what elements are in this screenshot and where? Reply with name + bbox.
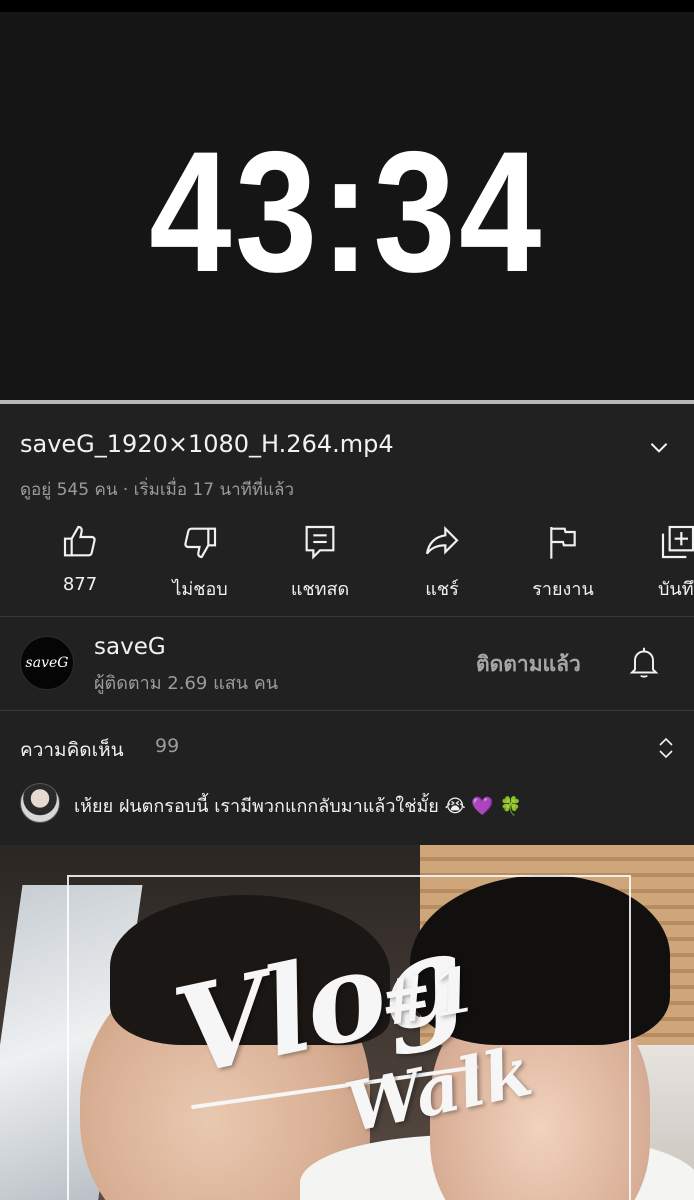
countdown-timer: 43:34 — [149, 116, 545, 308]
report-label: รายงาน — [532, 579, 594, 600]
live-chat-label: แชทสด — [290, 579, 350, 600]
action-bar: 877 ไม่ชอบ แชทสด แชร์ รายงาน บันทึ — [0, 522, 694, 602]
dislike-button[interactable]: ไม่ชอบ — [145, 522, 255, 603]
like-count: 877 — [62, 574, 98, 595]
comments-heading: ความคิดเห็น — [20, 739, 124, 761]
video-info: saveG_1920×1080_H.264.mp4 ดูอยู่ 545 คน … — [0, 404, 694, 616]
like-button[interactable]: 877 — [25, 522, 135, 595]
report-button[interactable]: รายงาน — [508, 522, 618, 603]
subscriber-count: ผู้ติดตาม 2.69 แสน คน — [94, 673, 279, 694]
top-comment-text: เห้ยย ฝนตกรอบนี้ เรามีพวกแกกลับมาแล้วใช่… — [74, 796, 522, 817]
bell-icon[interactable] — [626, 644, 662, 680]
divider — [0, 616, 694, 617]
comments-count: 99 — [155, 735, 180, 757]
subscribed-button[interactable]: ติดตามแล้ว — [476, 648, 581, 681]
next-video-thumbnail[interactable]: Vlog #1 Walk — [0, 845, 694, 1200]
channel-avatar[interactable]: saveG — [20, 636, 74, 690]
live-chat-button[interactable]: แชทสด — [265, 522, 375, 603]
video-title[interactable]: saveG_1920×1080_H.264.mp4 — [20, 430, 394, 458]
video-meta: ดูอยู่ 545 คน · เริ่มเมื่อ 17 นาทีที่แล้… — [20, 480, 294, 500]
chevron-down-icon[interactable] — [646, 434, 672, 460]
share-icon — [425, 526, 459, 555]
dislike-label: ไม่ชอบ — [172, 579, 228, 600]
thumbs-down-icon — [184, 527, 217, 559]
video-player[interactable]: 43:34 — [0, 12, 694, 400]
save-playlist-icon — [661, 525, 694, 559]
thumbs-up-icon — [63, 525, 96, 557]
save-button[interactable]: บันทึ — [628, 522, 694, 603]
save-label: บันทึ — [658, 579, 694, 600]
share-label: แชร์ — [425, 579, 459, 600]
share-button[interactable]: แชร์ — [387, 522, 497, 603]
expand-sort-icon[interactable] — [654, 733, 678, 763]
status-bar — [0, 0, 694, 12]
flag-icon — [550, 527, 576, 559]
chat-icon — [305, 525, 335, 560]
channel-name[interactable]: saveG — [94, 634, 166, 660]
channel-row[interactable]: saveG saveG ผู้ติดตาม 2.69 แสน คน ติดตาม… — [0, 618, 694, 710]
commenter-avatar — [20, 783, 60, 823]
comments-section[interactable]: ความคิดเห็น 99 เห้ยย ฝนตกรอบนี้ เรามีพวก… — [0, 711, 694, 845]
